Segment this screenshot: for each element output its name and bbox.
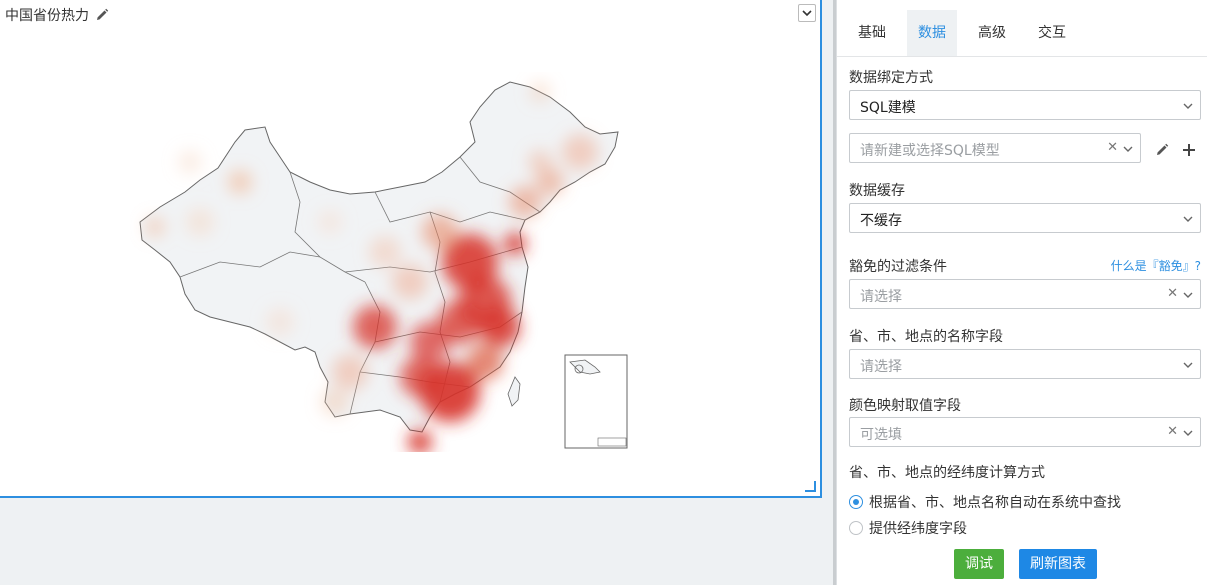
chevron-down-icon: [1123, 146, 1133, 152]
chart-collapse-button[interactable]: [798, 4, 816, 22]
calc-option-fields[interactable]: 提供经纬度字段: [849, 518, 967, 538]
calc-option-fields-label: 提供经纬度字段: [869, 521, 967, 537]
resize-handle[interactable]: [805, 481, 816, 492]
chart-title-bar: 中国省份热力: [5, 5, 109, 25]
calc-option-auto-label: 根据省、市、地点名称自动在系统中查找: [869, 495, 1121, 511]
debug-button[interactable]: 调试: [954, 549, 1004, 579]
calc-option-auto[interactable]: 根据省、市、地点名称自动在系统中查找: [849, 492, 1121, 512]
color-field-label: 颜色映射取值字段: [849, 398, 961, 414]
radio-auto[interactable]: [849, 495, 863, 509]
china-heatmap: [130, 72, 630, 454]
binding-value: SQL建模: [860, 100, 916, 116]
clear-icon[interactable]: ✕: [1107, 140, 1118, 155]
south-sea-inset: [564, 354, 628, 449]
name-field-label: 省、市、地点的名称字段: [849, 329, 1003, 345]
tab-interaction[interactable]: 交互: [1027, 10, 1077, 56]
cache-label: 数据缓存: [849, 183, 905, 199]
cache-select[interactable]: 不缓存: [849, 203, 1201, 233]
tabs: 基础 数据 高级 交互: [837, 0, 1207, 57]
sql-model-select[interactable]: 请新建或选择SQL模型 ✕: [849, 133, 1141, 163]
clear-icon[interactable]: ✕: [1167, 286, 1178, 301]
name-field-placeholder: 请选择: [860, 359, 902, 375]
chevron-down-icon: [1183, 292, 1193, 298]
binding-label: 数据绑定方式: [849, 70, 933, 86]
binding-select[interactable]: SQL建模: [849, 90, 1201, 120]
chevron-down-icon: [1183, 430, 1193, 436]
chevron-down-icon: [1183, 362, 1193, 368]
plus-icon[interactable]: [1182, 143, 1196, 157]
exempt-help-link[interactable]: 什么是『豁免』?: [1111, 257, 1201, 274]
filter-select[interactable]: 请选择 ✕: [849, 279, 1201, 309]
chevron-down-icon: [1183, 103, 1193, 109]
color-field-select[interactable]: 可选填 ✕: [849, 417, 1201, 447]
chevron-down-icon: [802, 10, 812, 17]
config-panel: 基础 数据 高级 交互 数据绑定方式 SQL建模 请新建或选择SQL模型 ✕ 数…: [836, 0, 1207, 585]
clear-icon[interactable]: ✕: [1167, 424, 1178, 439]
pencil-icon[interactable]: [95, 8, 109, 22]
tab-advanced[interactable]: 高级: [967, 10, 1017, 56]
chevron-down-icon: [1183, 216, 1193, 222]
color-field-placeholder: 可选填: [860, 427, 902, 443]
filter-label: 豁免的过滤条件: [849, 259, 947, 275]
calc-label: 省、市、地点的经纬度计算方式: [849, 465, 1045, 481]
refresh-chart-button[interactable]: 刷新图表: [1019, 549, 1097, 579]
chart-card[interactable]: 中国省份热力: [0, 0, 822, 498]
name-field-select[interactable]: 请选择: [849, 349, 1201, 379]
tab-basic[interactable]: 基础: [847, 10, 897, 56]
cache-value: 不缓存: [860, 213, 902, 229]
filter-placeholder: 请选择: [860, 289, 902, 305]
chart-title: 中国省份热力: [5, 8, 89, 24]
sql-model-placeholder: 请新建或选择SQL模型: [860, 143, 1000, 159]
tab-data[interactable]: 数据: [907, 10, 957, 56]
radio-fields[interactable]: [849, 521, 863, 535]
pencil-icon[interactable]: [1155, 143, 1169, 157]
